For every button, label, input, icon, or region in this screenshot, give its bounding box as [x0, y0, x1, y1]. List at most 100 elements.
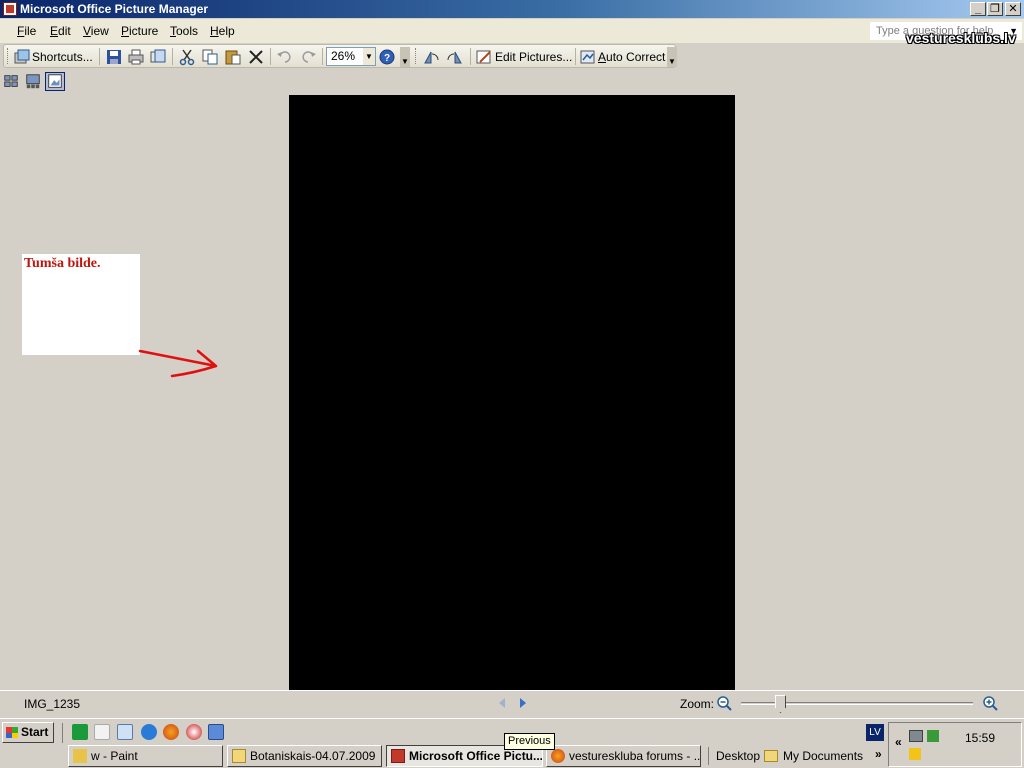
save-icon[interactable] — [105, 48, 123, 66]
toolbar-grip[interactable] — [7, 48, 10, 64]
toolbar-options-chevron[interactable]: ▼ — [667, 47, 677, 67]
chevron-down-icon[interactable]: ▼ — [363, 48, 375, 65]
redo-icon[interactable] — [299, 48, 317, 66]
auto-correct-button[interactable]: Auto Correct — [598, 49, 665, 65]
menu-tools[interactable]: Tools — [170, 23, 198, 39]
annotation-note-text: Tumša bilde. — [24, 256, 101, 271]
menu-help-accel: H — [210, 24, 219, 38]
export-icon[interactable] — [149, 48, 167, 66]
print-icon[interactable] — [127, 48, 145, 66]
help-icon[interactable]: ? — [378, 48, 396, 66]
more-chevron-icon[interactable]: » — [875, 747, 882, 761]
menu-picture-accel: P — [121, 24, 130, 38]
toolbar-options-chevron[interactable]: ▼ — [400, 47, 410, 67]
toolbar-separator — [270, 48, 271, 65]
toolbar-separator — [575, 48, 576, 65]
network-icon[interactable] — [909, 730, 923, 742]
windows-logo-icon — [6, 727, 18, 738]
paste-icon[interactable] — [224, 48, 242, 66]
show-hidden-icons-chevron[interactable]: « — [895, 735, 902, 749]
task-firefox-forums[interactable]: vestureskluba forums - ... — [546, 745, 701, 767]
language-indicator[interactable]: LV — [866, 724, 884, 741]
zoom-combo-value: 26% — [331, 49, 356, 63]
shortcuts-button[interactable]: Shortcuts... — [32, 49, 93, 65]
edit-pictures-icon — [476, 50, 491, 64]
annotation-note: Tumša bilde. — [22, 254, 140, 355]
tray-app-icon[interactable] — [909, 748, 921, 760]
menu-help-rest: elp — [218, 24, 235, 38]
filmstrip-view-icon[interactable] — [23, 72, 43, 91]
desktop-toolbar-link[interactable]: Desktop — [716, 749, 760, 763]
firefox-icon — [551, 749, 565, 763]
menu-bar: File Edit View Picture Tools Help Type a… — [0, 19, 1024, 43]
folder-icon — [232, 749, 246, 763]
ebay-icon[interactable] — [94, 724, 110, 740]
menu-view-rest: iew — [90, 24, 109, 38]
auto-correct-accel: A — [598, 50, 607, 64]
picture-manager-app-icon[interactable] — [3, 2, 17, 16]
toolbar-separator — [99, 48, 100, 65]
zoom-label: Zoom: — [680, 697, 715, 711]
task-folder-label: Botaniskais-04.07.2009 — [250, 749, 376, 763]
quick-launch-separator — [62, 723, 63, 743]
cut-icon[interactable] — [178, 48, 196, 66]
system-tray: « 15:59 — [888, 722, 1022, 767]
internet-explorer-icon[interactable] — [141, 724, 157, 740]
outlook-icon[interactable] — [208, 724, 224, 740]
notepad-icon[interactable] — [117, 724, 133, 740]
restore-button[interactable]: ❐ — [987, 2, 1003, 16]
menu-edit[interactable]: Edit — [50, 23, 71, 39]
menu-edit-accel: E — [50, 24, 59, 38]
menu-picture-rest: icture — [129, 24, 159, 38]
menu-help[interactable]: Help — [210, 23, 235, 39]
menu-edit-rest: dit — [58, 24, 71, 38]
shortcuts-icon — [14, 49, 30, 64]
task-paint-label: w - Paint — [91, 749, 138, 763]
toolbar-separator — [708, 747, 709, 765]
zoom-slider-thumb[interactable] — [774, 695, 786, 713]
copy-icon[interactable] — [201, 48, 219, 66]
single-picture-view-icon[interactable] — [45, 72, 65, 91]
security-icon[interactable] — [927, 730, 939, 742]
my-documents-link[interactable]: My Documents — [783, 749, 863, 763]
edit-pictures-button[interactable]: Edit Pictures... — [495, 49, 572, 65]
firefox-icon[interactable] — [163, 724, 179, 740]
zoom-in-icon[interactable] — [982, 695, 999, 712]
menu-file-rest: ile — [24, 24, 37, 38]
title-bar[interactable]: Microsoft Office Picture Manager _ ❐ ✕ — [0, 0, 1024, 18]
red-arrow-annotation — [138, 349, 218, 378]
delete-icon[interactable] — [247, 48, 265, 66]
messenger-icon[interactable] — [72, 724, 88, 740]
toolbar-grip[interactable] — [415, 48, 418, 64]
minimize-button[interactable]: _ — [970, 2, 986, 16]
my-documents-icon — [764, 750, 778, 762]
task-picture-manager-label: Microsoft Office Pictu... — [409, 749, 543, 763]
zoom-combo-box[interactable]: 26% ▼ — [326, 47, 376, 66]
rotate-left-icon[interactable] — [422, 48, 440, 66]
rotate-right-icon[interactable] — [446, 48, 464, 66]
menu-tools-rest: ools — [176, 24, 199, 38]
menu-file[interactable]: File — [17, 23, 36, 39]
start-button-label: Start — [21, 725, 49, 739]
menu-view-accel: V — [83, 24, 91, 38]
close-button[interactable]: ✕ — [1005, 2, 1021, 16]
dark-photo-preview[interactable] — [289, 95, 735, 690]
undo-icon[interactable] — [276, 48, 294, 66]
thumbnail-view-icon[interactable] — [1, 72, 21, 91]
toolbar-separator — [322, 48, 323, 65]
site-watermark: vesturesklūbs.lv — [906, 30, 1016, 46]
next-picture-icon[interactable] — [516, 696, 530, 710]
start-button[interactable]: Start — [2, 722, 54, 743]
task-paint[interactable]: w - Paint — [68, 745, 223, 767]
menu-picture[interactable]: Picture — [121, 23, 158, 39]
opera-icon[interactable] — [186, 724, 202, 740]
previous-picture-icon[interactable] — [495, 696, 509, 710]
svg-text:?: ? — [384, 53, 390, 64]
clock[interactable]: 15:59 — [965, 731, 995, 745]
menu-view[interactable]: View — [83, 23, 109, 39]
task-firefox-label: vestureskluba forums - ... — [569, 749, 701, 763]
previous-tooltip: Previous — [504, 733, 555, 750]
auto-correct-icon — [580, 50, 595, 64]
zoom-out-icon[interactable] — [716, 695, 733, 712]
task-botaniskais-folder[interactable]: Botaniskais-04.07.2009 — [227, 745, 382, 767]
